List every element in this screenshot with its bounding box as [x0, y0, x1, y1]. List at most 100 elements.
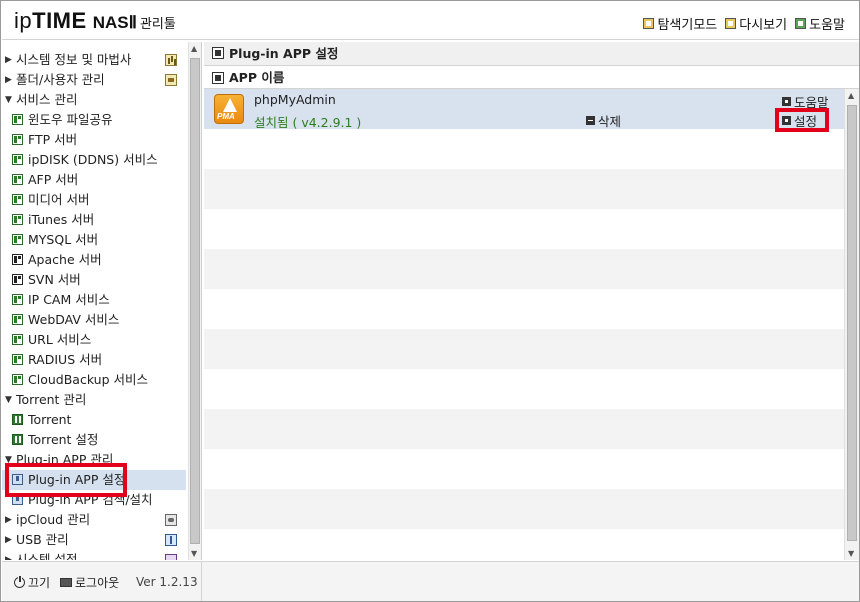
selected-menu-highlight	[5, 463, 127, 497]
logo-nas: NASⅡ	[92, 13, 137, 32]
app-status: 설치됨 ( v4.2.9.1 )	[254, 115, 362, 130]
sidebar-item-itunes-서버[interactable]: iTunes 서버	[2, 210, 186, 230]
logout-icon	[60, 578, 72, 587]
empty-row	[204, 489, 844, 529]
explorer-icon	[643, 18, 655, 29]
sidebar-item-radius-서버[interactable]: RADIUS 서버	[2, 350, 186, 370]
sidebar-item-label: iTunes 서버	[28, 212, 95, 227]
logout-button[interactable]: 로그아웃	[60, 574, 119, 591]
service-icon	[12, 314, 23, 325]
sidebar-item-label: URL 서비스	[28, 332, 92, 347]
service-icon	[12, 274, 23, 285]
torrent-icon	[12, 414, 23, 425]
explorer-mode-link[interactable]: 탐색기모드	[643, 14, 717, 33]
sidebar-item-label: 윈도우 파일공유	[28, 112, 113, 127]
logo-admin-label: 관리툴	[139, 17, 176, 32]
app-list-icon	[212, 72, 224, 84]
page-title: Plug-in APP 설정	[229, 46, 339, 61]
app-row-phpmyadmin[interactable]: PMA phpMyAdmin 설치됨 ( v4.2.9.1 ) 도움말 삭제 설…	[204, 89, 844, 130]
sidebar-item-svn-서버[interactable]: SVN 서버	[2, 270, 186, 290]
sidebar-item-label: USB 관리	[16, 532, 69, 547]
sidebar-item-usb-관리[interactable]: ▶ USB 관리	[2, 530, 186, 550]
sidebar-item-label: MYSQL 서버	[28, 232, 99, 247]
empty-row	[204, 209, 844, 249]
sidebar-item-폴더-사용자-관리[interactable]: ▶ 폴더/사용자 관리	[2, 70, 186, 90]
sidebar-scrollbar[interactable]: ▲ ▼	[188, 42, 201, 560]
usb-icon	[165, 534, 177, 546]
help-small-icon	[782, 97, 791, 106]
service-icon	[12, 174, 23, 185]
service-icon	[12, 194, 23, 205]
sidebar-item-afp-서버[interactable]: AFP 서버	[2, 170, 186, 190]
service-icon	[12, 374, 23, 385]
sidebar-item-label: AFP 서버	[28, 172, 79, 187]
collapsed-arrow-icon: ▶	[5, 535, 12, 545]
app-delete-button[interactable]: 삭제	[586, 111, 621, 130]
page-title-bar: Plug-in APP 설정	[204, 42, 859, 66]
empty-row	[204, 409, 844, 449]
cloud-icon	[165, 514, 177, 526]
empty-row	[204, 529, 844, 560]
sidebar-item-label: 미디어 서버	[28, 192, 90, 207]
collapsed-arrow-icon: ▶	[5, 515, 12, 525]
explorer-mode-label: 탐색기모드	[657, 18, 718, 33]
sidebar-item-label: Torrent	[28, 412, 72, 427]
sidebar-item-torrent-관리[interactable]: ▼ Torrent 관리	[2, 390, 186, 410]
power-icon	[14, 575, 25, 588]
sidebar-item-ftp-서버[interactable]: FTP 서버	[2, 130, 186, 150]
power-off-button[interactable]: 끄기	[14, 574, 50, 591]
sidebar-item-시스템-정보-및-마법사[interactable]: ▶ 시스템 정보 및 마법사	[2, 50, 186, 70]
service-icon	[12, 214, 23, 225]
main-scrollbar[interactable]: ▲ ▼	[844, 89, 859, 560]
service-icon	[12, 114, 23, 125]
app-window: ip TIME NASⅡ 관리툴 탐색기모드 다시보기 도움말 ▶ 시스템 정보 및…	[0, 0, 860, 602]
help-label: 도움말	[809, 18, 845, 33]
sidebar-item-ip-cam-서비스[interactable]: IP CAM 서비스	[2, 290, 186, 310]
version-label: Ver 1.2.13	[136, 575, 198, 589]
main-scroll-down-icon[interactable]: ▼	[848, 549, 854, 558]
sidebar-item-label: ipCloud 관리	[16, 512, 91, 527]
refresh-link[interactable]: 다시보기	[725, 14, 787, 33]
sidebar-item-webdav-서비스[interactable]: WebDAV 서비스	[2, 310, 186, 330]
empty-row	[204, 129, 844, 169]
expanded-arrow-icon: ▼	[5, 395, 12, 405]
service-icon	[12, 354, 23, 365]
service-icon	[12, 154, 23, 165]
logo-time: TIME	[32, 8, 87, 33]
sidebar-item-ipcloud-관리[interactable]: ▶ ipCloud 관리	[2, 510, 186, 530]
sidebar-item-torrent-설정[interactable]: Torrent 설정	[2, 430, 186, 450]
phpmyadmin-icon: PMA	[214, 94, 244, 124]
sidebar-item-label: Apache 서버	[28, 252, 102, 267]
sidebar-item-미디어-서버[interactable]: 미디어 서버	[2, 190, 186, 210]
service-icon	[12, 294, 23, 305]
logout-label: 로그아웃	[75, 576, 120, 590]
scroll-up-icon[interactable]: ▲	[191, 44, 197, 53]
empty-row	[204, 369, 844, 409]
sidebar-item-mysql-서버[interactable]: MYSQL 서버	[2, 230, 186, 250]
sidebar-item-서비스-관리[interactable]: ▼ 서비스 관리	[2, 90, 186, 110]
service-icon	[12, 334, 23, 345]
sidebar-item-url-서비스[interactable]: URL 서비스	[2, 330, 186, 350]
help-link[interactable]: 도움말	[795, 14, 845, 33]
sidebar-item-label: CloudBackup 서비스	[28, 372, 148, 387]
sidebar-item-label: 폴더/사용자 관리	[16, 72, 105, 87]
sys-icon	[165, 554, 177, 560]
sidebar-item-cloudbackup-서비스[interactable]: CloudBackup 서비스	[2, 370, 186, 390]
pma-icon-text: PMA	[217, 112, 235, 121]
sidebar-scroll-thumb[interactable]	[190, 58, 200, 544]
img-icon	[165, 74, 177, 86]
sidebar-item-시스템-설정[interactable]: ▶ 시스템 설정	[2, 550, 186, 560]
empty-row	[204, 169, 844, 209]
torrent-icon	[12, 434, 23, 445]
sidebar-item-label: IP CAM 서비스	[28, 292, 110, 307]
sidebar-item-ipdisk-ddns-서비스[interactable]: ipDISK (DDNS) 서비스	[2, 150, 186, 170]
sidebar-item-apache-서버[interactable]: Apache 서버	[2, 250, 186, 270]
sidebar-item-label: RADIUS 서버	[28, 352, 103, 367]
service-icon	[12, 234, 23, 245]
sidebar-item-torrent[interactable]: Torrent	[2, 410, 186, 430]
sidebar-item-윈도우-파일공유[interactable]: 윈도우 파일공유	[2, 110, 186, 130]
main-scroll-up-icon[interactable]: ▲	[848, 91, 854, 100]
scroll-down-icon[interactable]: ▼	[191, 549, 197, 558]
empty-row	[204, 449, 844, 489]
main-scroll-thumb[interactable]	[847, 105, 857, 541]
